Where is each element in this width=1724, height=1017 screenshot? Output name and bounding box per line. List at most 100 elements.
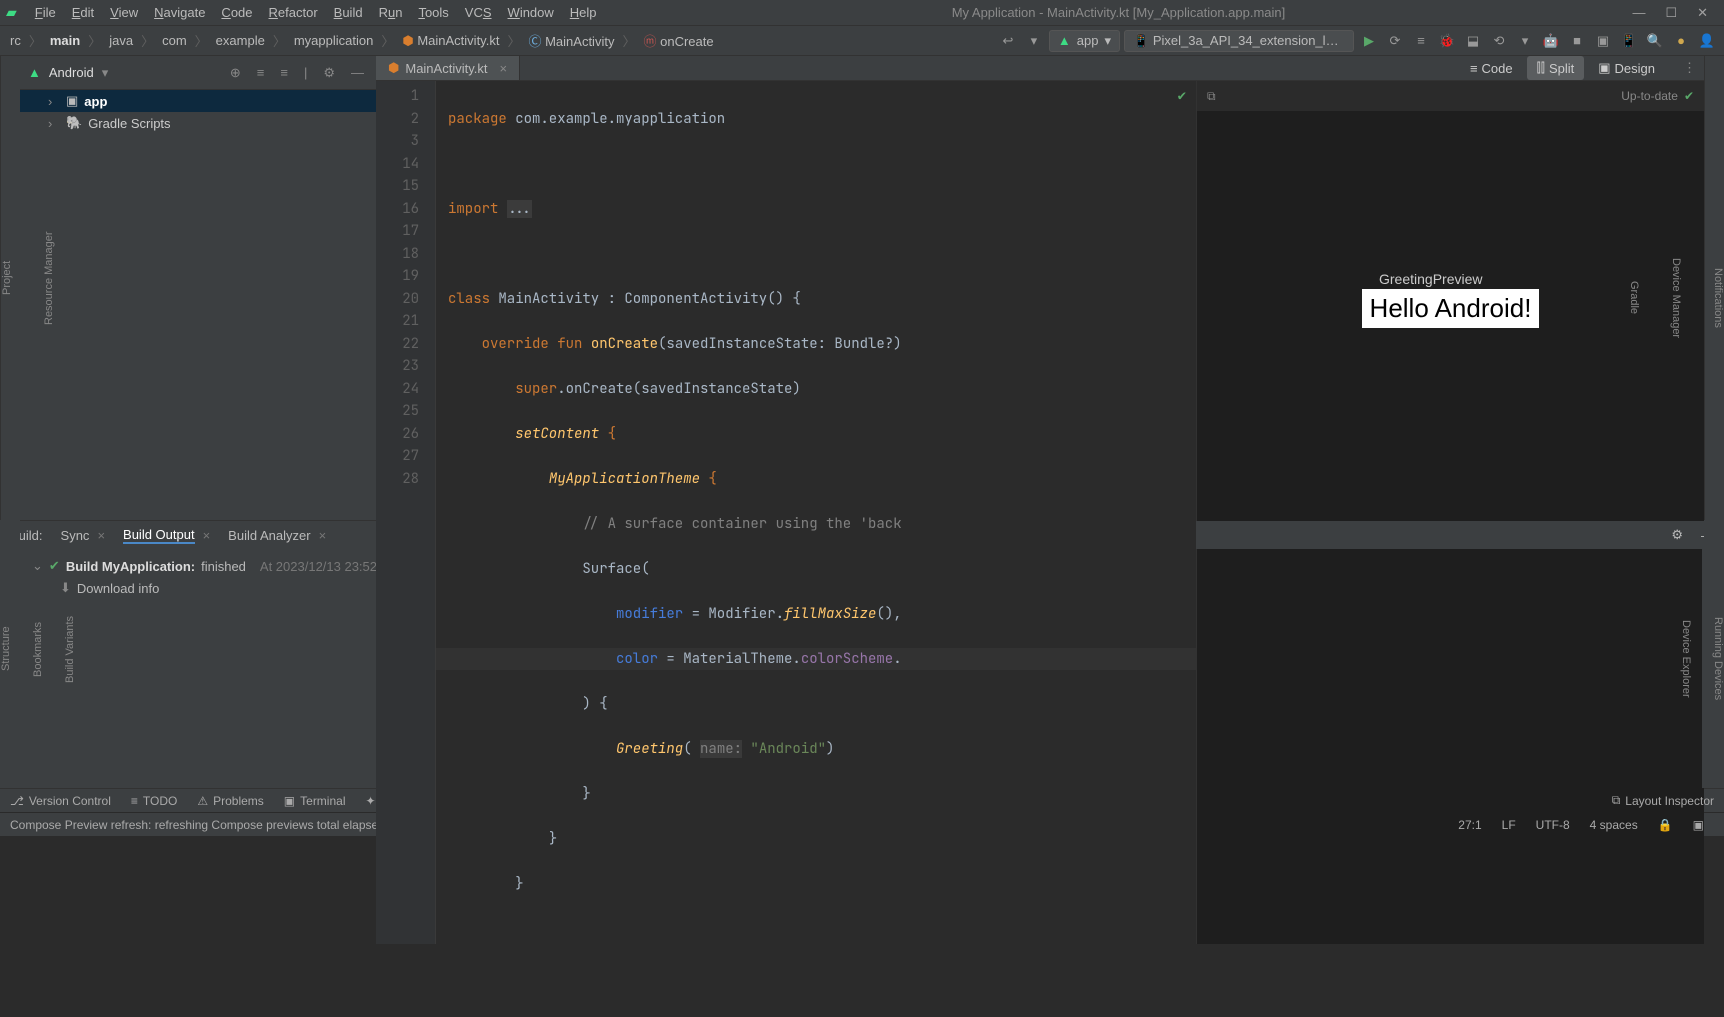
menu-vcs[interactable]: VCS — [457, 5, 500, 20]
crumb[interactable]: myapplication — [290, 33, 378, 48]
code-editor[interactable]: ✔ 123141516171819202122232425262728 pack… — [376, 81, 1196, 944]
cursor-position[interactable]: 27:1 — [1448, 818, 1491, 832]
menu-code[interactable]: Code — [213, 5, 260, 20]
preview-panel: ⧉ Up-to-date ✔ GreetingPreview Hello And… — [1196, 81, 1704, 944]
build-tab-output[interactable]: Build Output — [123, 527, 195, 544]
rail-bookmarks[interactable]: Bookmarks — [32, 621, 44, 676]
collapse-icon[interactable]: ≡ — [276, 65, 292, 80]
crumb[interactable]: java — [105, 33, 137, 48]
rail-running-devices[interactable]: Running Devices — [1712, 617, 1724, 700]
warning-icon: ⚠ — [197, 794, 208, 808]
module-icon: ▣ — [66, 93, 78, 109]
tool-version-control[interactable]: ⎇Version Control — [10, 794, 111, 808]
gear-icon[interactable]: ⚙ — [1671, 527, 1683, 543]
rail-build-variants[interactable]: Build Variants — [64, 615, 76, 682]
project-tree[interactable]: › ▣ app › 🐘 Gradle Scripts — [20, 90, 376, 520]
rail-notifications[interactable]: Notifications — [1712, 268, 1724, 328]
nav-back-icon[interactable]: ↩ — [997, 30, 1019, 52]
crumb[interactable]: com — [158, 33, 191, 48]
view-tab-split[interactable]: ⫿⫿ Split — [1527, 56, 1585, 80]
encoding[interactable]: UTF-8 — [1526, 818, 1580, 832]
rail-structure[interactable]: Structure — [0, 627, 12, 672]
hide-icon[interactable]: — — [347, 65, 368, 80]
rail-project[interactable]: Project — [1, 261, 13, 295]
rail-device-explorer[interactable]: Device Explorer — [1680, 620, 1692, 698]
editor-tab[interactable]: ⬢ MainActivity.kt × — [376, 56, 520, 80]
crumb[interactable]: ⬢ MainActivity.kt — [398, 33, 503, 49]
gear-icon[interactable]: ⚙ — [319, 65, 339, 81]
menu-refactor[interactable]: Refactor — [261, 5, 326, 20]
tool-problems[interactable]: ⚠Problems — [197, 794, 263, 808]
close-icon[interactable]: × — [319, 528, 327, 543]
close-icon[interactable]: ✕ — [1697, 5, 1708, 21]
updates-icon[interactable]: ● — [1670, 30, 1692, 52]
android-profiler-icon[interactable]: 🤖 — [1540, 30, 1562, 52]
rail-device-manager[interactable]: Device Manager — [1670, 258, 1682, 338]
rail-gradle[interactable]: Gradle — [1628, 281, 1640, 314]
sdk-icon[interactable]: 📱 — [1618, 30, 1640, 52]
account-icon[interactable]: 👤 — [1696, 30, 1718, 52]
build-tab-analyzer[interactable]: Build Analyzer — [228, 528, 310, 543]
run-button[interactable]: ▶ — [1358, 30, 1380, 52]
more-icon[interactable]: ⋮ — [1675, 60, 1704, 76]
close-icon[interactable]: × — [97, 528, 105, 543]
chevron-down-icon[interactable]: ⌄ — [32, 558, 43, 574]
preview-interactive-icon[interactable]: ⧉ — [1207, 89, 1216, 104]
dropdown-icon[interactable]: ▾ — [1514, 30, 1536, 52]
menu-window[interactable]: Window — [500, 5, 562, 20]
project-mode[interactable]: Android — [49, 65, 94, 80]
menu-tools[interactable]: Tools — [410, 5, 456, 20]
tree-item-gradle-scripts[interactable]: › 🐘 Gradle Scripts — [20, 112, 376, 134]
build-tab-sync[interactable]: Sync — [61, 528, 90, 543]
chevron-down-icon: ▾ — [1104, 33, 1111, 49]
tree-item-app[interactable]: › ▣ app — [20, 90, 376, 112]
menu-help[interactable]: Help — [562, 5, 605, 20]
project-panel: ▲ Android ▾ ⊕ ≡ ≡ | ⚙ — › ▣ app › 🐘 Grad… — [20, 56, 376, 520]
line-separator[interactable]: LF — [1492, 818, 1526, 832]
menu-run[interactable]: Run — [371, 5, 411, 20]
memory-icon[interactable]: ▣ — [1683, 818, 1714, 832]
view-tab-design[interactable]: ▣ Design — [1588, 56, 1665, 80]
tool-terminal[interactable]: ▣Terminal — [284, 794, 346, 808]
maximize-icon[interactable]: ☐ — [1665, 5, 1677, 21]
coverage-icon[interactable]: ⬓ — [1462, 30, 1484, 52]
debug-icon[interactable]: 🐞 — [1436, 30, 1458, 52]
chevron-down-icon[interactable]: ▾ — [102, 65, 109, 81]
crumb[interactable]: example — [212, 33, 269, 48]
crumb[interactable]: rc — [6, 33, 25, 48]
profile-icon[interactable]: ⟲ — [1488, 30, 1510, 52]
menu-build[interactable]: Build — [326, 5, 371, 20]
minimize-icon[interactable]: — — [1632, 5, 1645, 21]
preview-status-label: Up-to-date — [1621, 89, 1678, 103]
tool-todo[interactable]: ≡TODO — [131, 794, 177, 808]
locate-icon[interactable]: ⊕ — [226, 65, 245, 81]
close-icon[interactable]: × — [203, 528, 211, 543]
close-tab-icon[interactable]: × — [499, 61, 507, 76]
dropdown-icon[interactable]: ▾ — [1023, 30, 1045, 52]
expand-icon[interactable]: ≡ — [253, 65, 269, 80]
rail-resource-manager[interactable]: Resource Manager — [43, 231, 55, 325]
attach-debugger-icon[interactable]: ≡ — [1410, 30, 1432, 52]
check-icon: ✔ — [1684, 89, 1694, 103]
search-icon[interactable]: 🔍 — [1644, 30, 1666, 52]
lock-icon[interactable]: 🔒 — [1648, 818, 1683, 832]
crumb[interactable]: ⓜ onCreate — [639, 31, 717, 50]
download-info[interactable]: Download info — [77, 581, 159, 596]
crumb[interactable]: main — [46, 33, 84, 48]
menu-edit[interactable]: Edit — [64, 5, 102, 20]
tool-layout-inspector[interactable]: ⧉Layout Inspector — [1612, 793, 1714, 808]
indent[interactable]: 4 spaces — [1580, 818, 1648, 832]
title-bar: ▰ File Edit View Navigate Code Refactor … — [0, 0, 1724, 26]
device-selector[interactable]: 📱 Pixel_3a_API_34_extension_level_7_... — [1124, 30, 1354, 52]
apply-changes-icon[interactable]: ⟳ — [1384, 30, 1406, 52]
avd-icon[interactable]: ▣ — [1592, 30, 1614, 52]
preview-output: Hello Android! — [1362, 289, 1540, 328]
run-configuration[interactable]: ▲ app ▾ — [1049, 30, 1120, 52]
crumb[interactable]: Ⓒ MainActivity — [524, 31, 618, 50]
view-tab-code[interactable]: ≡ Code — [1460, 56, 1523, 80]
code-content[interactable]: package com.example.myapplication import… — [436, 81, 1196, 944]
stop-icon[interactable]: ■ — [1566, 30, 1588, 52]
menu-file[interactable]: File — [27, 5, 64, 20]
menu-view[interactable]: View — [102, 5, 146, 20]
menu-navigate[interactable]: Navigate — [146, 5, 213, 20]
